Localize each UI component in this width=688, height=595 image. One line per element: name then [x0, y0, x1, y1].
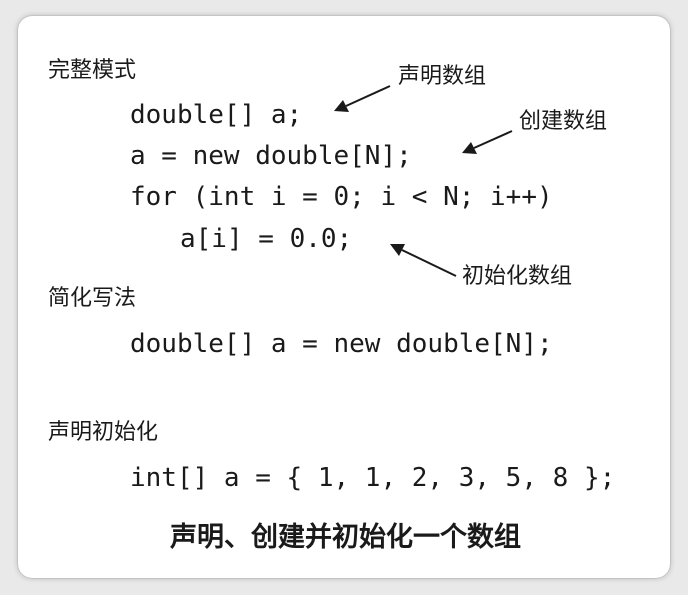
- heading-declare-init: 声明初始化: [48, 420, 159, 445]
- code-line-short-form: double[] a = new double[N];: [130, 329, 553, 359]
- annotation-initialize-array: 初始化数组: [462, 264, 573, 289]
- heading-full-form: 完整模式: [48, 58, 137, 83]
- code-line-for-loop: for (int i = 0; i < N; i++): [130, 182, 553, 212]
- code-line-declare: double[] a;: [130, 100, 303, 130]
- code-line-create: a = new double[N];: [130, 141, 412, 171]
- annotation-declare-array: 声明数组: [398, 64, 487, 89]
- annotation-create-array: 创建数组: [519, 109, 608, 134]
- code-line-assign: a[i] = 0.0;: [180, 224, 353, 254]
- figure-caption: 声明、创建并初始化一个数组: [170, 522, 521, 553]
- code-line-declare-init: int[] a = { 1, 1, 2, 3, 5, 8 };: [130, 463, 616, 493]
- heading-short-form: 简化写法: [48, 286, 137, 311]
